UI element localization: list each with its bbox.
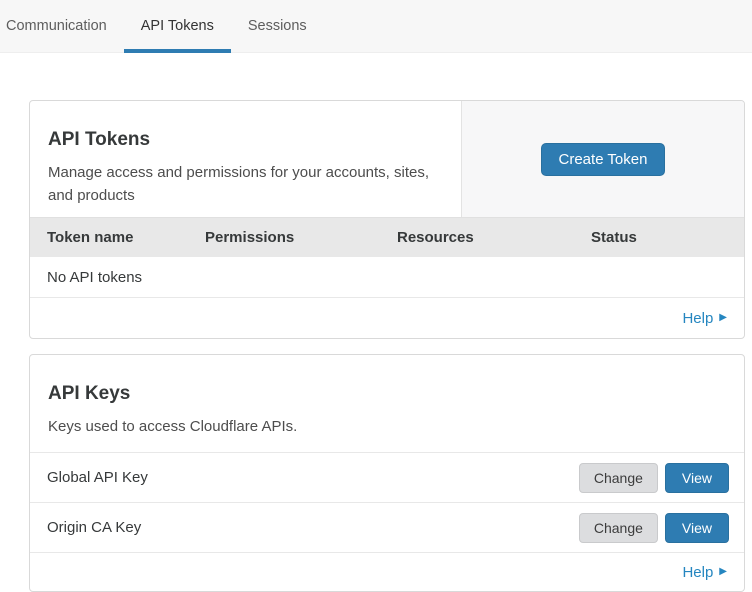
create-token-button[interactable]: Create Token [541, 143, 666, 176]
key-row-origin-ca-key: Origin CA Key Change View [30, 503, 744, 553]
tokens-card-footer: Help ▶ [30, 298, 744, 338]
keys-help-link[interactable]: Help ▶ [682, 564, 727, 581]
tab-api-tokens[interactable]: API Tokens [124, 0, 231, 52]
tokens-help-link[interactable]: Help ▶ [682, 310, 727, 327]
key-row-global-api-key: Global API Key Change View [30, 453, 744, 503]
api-keys-title: API Keys [48, 383, 726, 405]
tokens-empty-row: No API tokens [30, 257, 744, 298]
help-arrow-icon: ▶ [719, 313, 727, 323]
help-arrow-icon: ▶ [719, 567, 727, 577]
view-origin-ca-key-button[interactable]: View [665, 513, 729, 543]
tokens-help-label: Help [682, 310, 713, 327]
column-header-permissions: Permissions [205, 229, 397, 246]
api-keys-card-header: API Keys Keys used to access Cloudflare … [30, 355, 744, 453]
api-tokens-title: API Tokens [48, 129, 441, 151]
tokens-table-header: Token name Permissions Resources Status [30, 217, 744, 257]
change-global-api-key-button[interactable]: Change [579, 463, 658, 493]
tokens-empty-message: No API tokens [47, 269, 142, 286]
tab-sessions[interactable]: Sessions [231, 0, 324, 52]
api-tokens-description: Manage access and permissions for your a… [48, 161, 441, 208]
tab-communication[interactable]: Communication [0, 0, 124, 52]
api-tokens-card-header: API Tokens Manage access and permissions… [30, 101, 744, 217]
key-label-origin-ca-key: Origin CA Key [47, 519, 141, 536]
api-tokens-card-header-text: API Tokens Manage access and permissions… [30, 101, 461, 217]
change-origin-ca-key-button[interactable]: Change [579, 513, 658, 543]
api-keys-card: API Keys Keys used to access Cloudflare … [29, 354, 745, 592]
column-header-resources: Resources [397, 229, 591, 246]
key-actions-origin-ca-key: Change View [579, 513, 729, 543]
column-header-status: Status [591, 229, 744, 246]
api-tokens-card-header-action: Create Token [461, 101, 744, 217]
key-label-global-api-key: Global API Key [47, 469, 148, 486]
view-global-api-key-button[interactable]: View [665, 463, 729, 493]
api-keys-description: Keys used to access Cloudflare APIs. [48, 415, 726, 438]
column-header-token-name: Token name [47, 229, 205, 246]
tab-bar: Communication API Tokens Sessions [0, 0, 752, 53]
keys-help-label: Help [682, 564, 713, 581]
api-tokens-card: API Tokens Manage access and permissions… [29, 100, 745, 339]
keys-card-footer: Help ▶ [30, 553, 744, 591]
key-actions-global-api-key: Change View [579, 463, 729, 493]
